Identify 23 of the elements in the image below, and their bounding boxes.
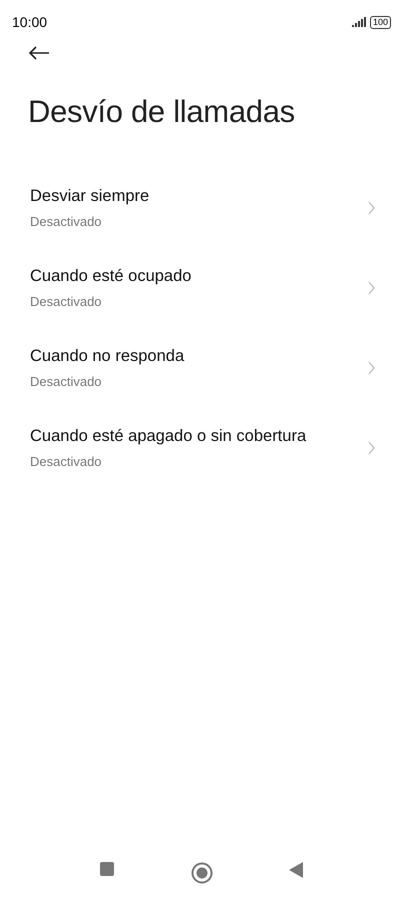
page-title: Desvío de llamadas [28,93,296,132]
item-label: Desviar siempre [30,186,150,208]
chevron-icon [368,200,375,215]
item-label: Cuando esté ocupado [30,266,192,288]
item-status: Desactivado [30,452,103,471]
settings-item[interactable]: Cuando esté ocupado Desactivado [0,248,403,328]
clock: 10:00 [12,12,48,32]
home-button[interactable] [190,862,212,884]
item-status: Desactivado [30,292,103,311]
item-status: Desactivado [30,372,103,391]
settings-item[interactable]: Cuando esté apagado o sin cobertura Desactivado [0,408,403,488]
settings-item[interactable]: Desviar siempre Desactivado [0,168,403,248]
signal-icon [352,17,366,27]
item-label: Cuando esté apagado o sin cobertura [30,426,308,448]
chevron-icon [368,280,375,295]
back-nav-button[interactable] [289,862,303,878]
chevron-icon [368,360,375,375]
item-status: Desactivado [30,212,103,231]
item-label: Cuando no responda [30,346,186,368]
settings-item[interactable]: Cuando no responda Desactivado [0,328,403,408]
battery-level: 100 [370,16,391,28]
back-button[interactable] [28,46,50,60]
chevron-icon [368,440,375,455]
